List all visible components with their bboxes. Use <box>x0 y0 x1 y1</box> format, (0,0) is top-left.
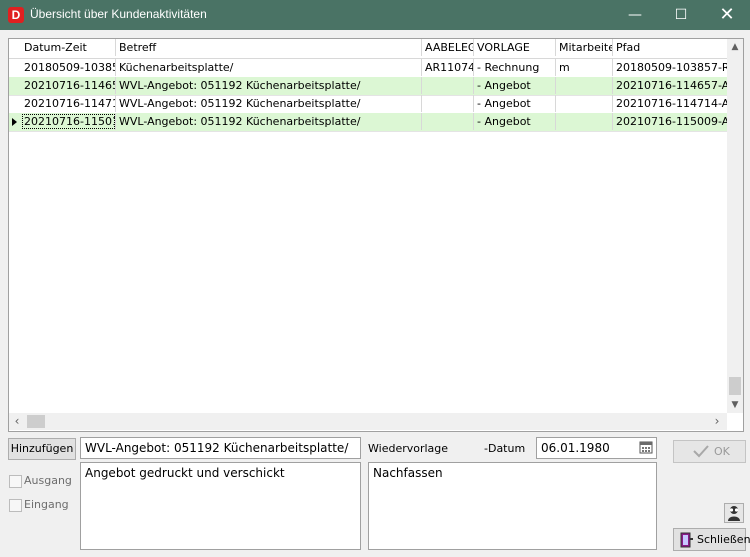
cell-datum-zeit[interactable]: 20210716-115013 <box>21 113 116 130</box>
date-value: 06.01.1980 <box>541 441 610 455</box>
row-indicator <box>9 77 21 95</box>
cell-datum-zeit[interactable]: 20210716-114658 <box>21 77 116 94</box>
calendar-icon[interactable] <box>639 440 653 454</box>
person-binoculars-icon <box>728 506 740 521</box>
column-header-mitarbeiter[interactable]: Mitarbeiter <box>556 39 613 56</box>
cell-pfad[interactable]: 20180509-103857-RE1 <box>613 59 727 76</box>
eingang-checkbox-box[interactable] <box>9 499 22 512</box>
row-indicator <box>9 95 21 113</box>
table-row[interactable]: 20210716-115013 WVL-Angebot: 051192 Küch… <box>9 113 727 132</box>
user-lookup-button[interactable] <box>724 503 744 523</box>
cell-mitarbeiter[interactable] <box>556 95 613 112</box>
cell-aabeleg[interactable] <box>422 77 474 94</box>
cell-vorlage[interactable]: - Rechnung <box>474 59 556 76</box>
cell-mitarbeiter[interactable]: m <box>556 59 613 76</box>
cell-datum-zeit[interactable]: 20180509-103857 <box>21 59 116 76</box>
row-pointer-icon <box>12 118 17 126</box>
cell-pfad[interactable]: 20210716-114657-ANG <box>613 77 727 94</box>
window-title: Übersicht über Kundenaktivitäten <box>30 7 207 21</box>
subject-input[interactable]: WVL-Angebot: 051192 Küchenarbeitsplatte/ <box>80 437 361 459</box>
followup-textarea[interactable]: Nachfassen <box>368 462 657 550</box>
cell-pfad[interactable]: 20210716-115009-ANG <box>613 113 727 130</box>
cell-mitarbeiter[interactable] <box>556 113 613 130</box>
horizontal-scrollbar[interactable]: ‹ › <box>9 413 727 430</box>
horizontal-scroll-thumb[interactable] <box>27 415 45 428</box>
scroll-right-arrow-icon[interactable]: › <box>709 413 725 430</box>
minimize-button[interactable]: — <box>612 0 658 30</box>
scroll-left-arrow-icon[interactable]: ‹ <box>9 413 25 430</box>
ausgang-label: Ausgang <box>24 474 72 487</box>
maximize-button[interactable]: ☐ <box>658 0 704 30</box>
ausgang-checkbox-box[interactable] <box>9 475 22 488</box>
close-button[interactable]: Schließen <box>673 528 750 551</box>
door-exit-icon <box>680 532 694 551</box>
cell-betreff[interactable]: WVL-Angebot: 051192 Küchenarbeitsplatte/ <box>116 95 422 112</box>
cell-mitarbeiter[interactable] <box>556 77 613 94</box>
scroll-up-arrow-icon[interactable]: ▲ <box>727 39 743 55</box>
cell-datum-zeit[interactable]: 20210716-114715 <box>21 95 116 112</box>
ok-button[interactable]: OK <box>673 440 746 463</box>
table-row[interactable]: 20210716-114715 WVL-Angebot: 051192 Küch… <box>9 95 727 114</box>
checkmark-icon <box>692 444 710 461</box>
title-bar: D Übersicht über Kundenaktivitäten — ☐ ✕ <box>0 0 750 30</box>
vertical-scrollbar[interactable]: ▲ ▼ <box>727 39 743 413</box>
close-button-label: Schließen <box>697 533 750 546</box>
eingang-label: Eingang <box>24 498 69 511</box>
cell-betreff[interactable]: WVL-Angebot: 051192 Küchenarbeitsplatte/ <box>116 113 422 130</box>
column-header-betreff[interactable]: Betreff <box>116 39 422 56</box>
column-header-pfad[interactable]: Pfad <box>613 39 727 56</box>
cell-pfad[interactable]: 20210716-114714-ANG <box>613 95 727 112</box>
scroll-down-arrow-icon[interactable]: ▼ <box>727 397 743 413</box>
cell-vorlage[interactable]: - Angebot <box>474 113 556 130</box>
table-row[interactable]: 20210716-114658 WVL-Angebot: 051192 Küch… <box>9 77 727 96</box>
wiedervorlage-label: Wiedervorlage <box>368 442 449 455</box>
cell-aabeleg[interactable]: AR110741 <box>422 59 474 76</box>
column-header-aabeleg[interactable]: AABELEG <box>422 39 474 56</box>
table-row[interactable]: 20180509-103857 Küchenarbeitsplatte/ AR1… <box>9 59 727 78</box>
vertical-scroll-thumb[interactable] <box>729 377 741 395</box>
cell-vorlage[interactable]: - Angebot <box>474 77 556 94</box>
cell-betreff[interactable]: WVL-Angebot: 051192 Küchenarbeitsplatte/ <box>116 77 422 94</box>
cell-betreff[interactable]: Küchenarbeitsplatte/ <box>116 59 422 76</box>
cell-vorlage[interactable]: - Angebot <box>474 95 556 112</box>
ok-label: OK <box>714 445 730 458</box>
datum-label: -Datum <box>484 442 526 455</box>
notes-textarea[interactable]: Angebot gedruckt und verschickt <box>80 462 361 550</box>
add-button[interactable]: Hinzufügen <box>8 438 76 460</box>
app-icon: D <box>8 7 24 23</box>
activities-grid[interactable]: Datum-Zeit Betreff AABELEG VORLAGE Mitar… <box>8 38 744 432</box>
column-header-vorlage[interactable]: VORLAGE <box>474 39 556 56</box>
column-header-datum-zeit[interactable]: Datum-Zeit <box>21 39 116 56</box>
cell-aabeleg[interactable] <box>422 95 474 112</box>
current-row-indicator <box>9 113 21 131</box>
cell-aabeleg[interactable] <box>422 113 474 130</box>
close-window-button[interactable]: ✕ <box>704 0 750 30</box>
grid-header: Datum-Zeit Betreff AABELEG VORLAGE Mitar… <box>9 39 739 59</box>
row-indicator <box>9 59 21 77</box>
